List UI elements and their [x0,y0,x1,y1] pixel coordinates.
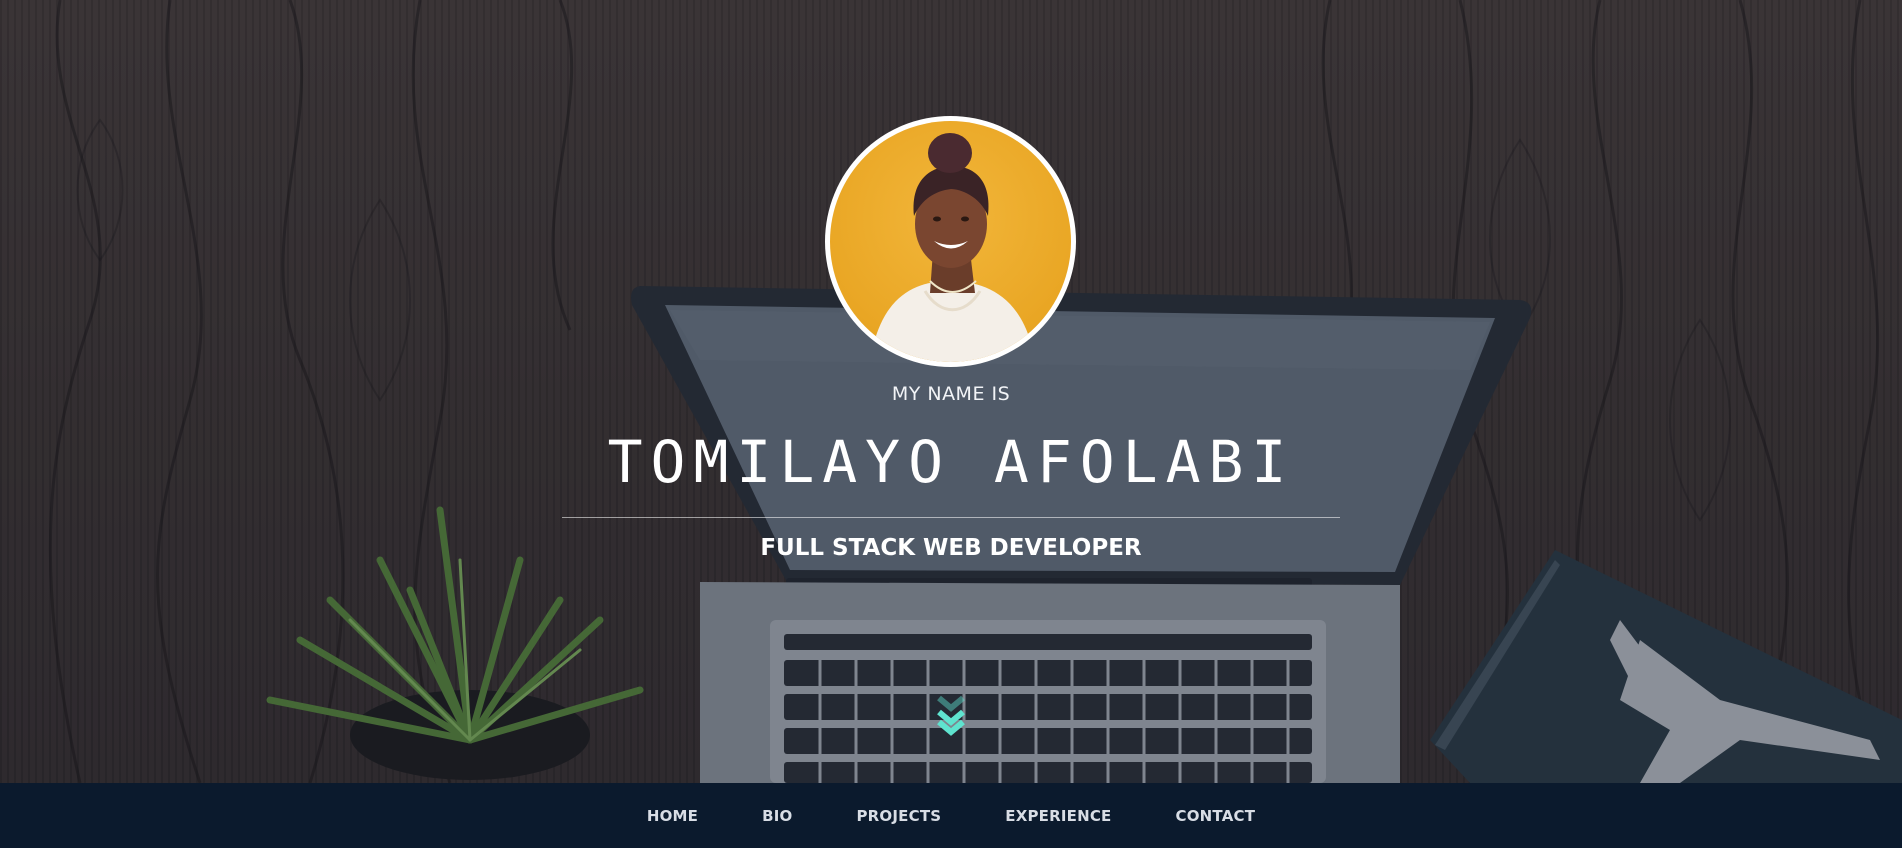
nav-experience[interactable]: EXPERIENCE [1005,807,1111,825]
hero-section: MY NAME IS TOMILAYO AFOLABI FULL STACK W… [0,0,1902,783]
nav-projects[interactable]: PROJECTS [856,807,941,825]
nav-home[interactable]: HOME [647,807,698,825]
nav-bio[interactable]: BIO [762,807,792,825]
scroll-down-button[interactable] [935,692,967,738]
avatar [825,116,1076,367]
divider [562,517,1340,518]
profile-photo [830,121,1071,362]
double-chevron-down-icon [937,695,965,736]
nav-contact[interactable]: CONTACT [1176,807,1256,825]
eyebrow-text: MY NAME IS [891,383,1011,405]
page-title: TOMILAYO AFOLABI [607,428,1295,496]
main-navbar: HOME BIO PROJECTS EXPERIENCE CONTACT [0,783,1902,848]
subtitle: FULL STACK WEB DEVELOPER [760,535,1142,561]
